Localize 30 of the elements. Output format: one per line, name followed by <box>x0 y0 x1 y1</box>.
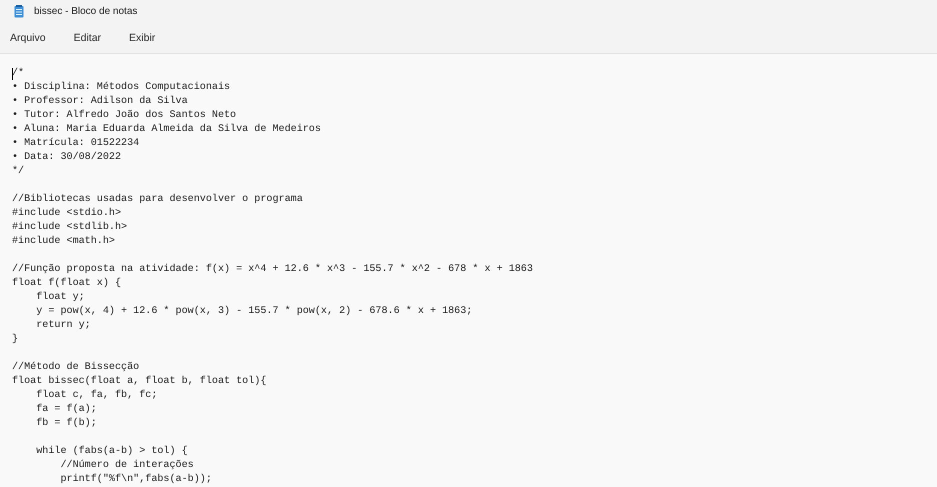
code-line: */ <box>12 165 24 179</box>
code-line: fb = f(b); <box>35 417 97 431</box>
code-line: //Número de interações <box>59 459 194 473</box>
code-line: float y; <box>35 291 85 305</box>
code-line: } <box>12 333 18 347</box>
code-line: • Tutor: Alfredo João dos Santos Neto <box>12 109 236 123</box>
code-line: while (fabs(a-b) > tol) { <box>35 445 188 459</box>
code-line: • Aluna: Maria Eduarda Almeida da Silva de Medeiros <box>12 123 321 137</box>
code-line: fa = f(a); <box>35 403 97 417</box>
code-line: • Data: 30/08/2022 <box>12 151 122 165</box>
code-line: • Disciplina: Métodos Computacionais <box>12 81 230 95</box>
code-line: float bissec(float a, float b, float tol){ <box>12 375 266 389</box>
window-title: bissec - Bloco de notas <box>34 6 138 18</box>
menu-item[interactable]: Exibir <box>123 29 162 48</box>
code-line: //Função proposta na atividade: f(x) = x^4 + 12.6 * x^3 - 155.7 * x^2 - 678 * x + 1863 <box>12 263 533 277</box>
code-line: #include <math.h> <box>12 235 115 249</box>
notepad-icon <box>14 5 24 18</box>
code-line: y = pow(x, 4) + 12.6 * pow(x, 3) - 155.7 * pow(x, 2) - 678.6 * x + 1863; <box>35 305 472 319</box>
code-line: • Matrícula: 01522234 <box>12 137 140 151</box>
code-line: #include <stdio.h> <box>12 207 122 221</box>
code-line: printf("%f\n",fabs(a-b)); <box>59 473 212 487</box>
code-line: return y; <box>35 319 91 333</box>
code-line: //Método de Bissecção <box>12 361 140 375</box>
code-line: #include <stdlib.h> <box>12 221 128 235</box>
menu-item[interactable]: Arquivo <box>4 29 52 48</box>
menu-item[interactable]: Editar <box>68 29 108 48</box>
code-line: //Bibliotecas usadas para desenvolver o programa <box>12 193 303 207</box>
code-line: float c, fa, fb, fc; <box>35 389 158 403</box>
code-line: float f(float x) { <box>12 277 122 291</box>
code-line: • Professor: Adilson da Silva <box>12 95 188 109</box>
